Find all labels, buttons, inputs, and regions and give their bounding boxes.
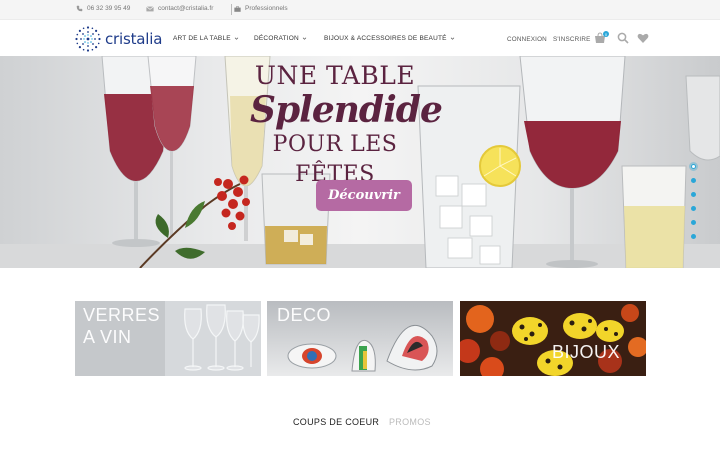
chevron-down-icon [234,37,239,40]
cart-count-badge: 0 [603,31,609,37]
category-label: VERRES A VIN [83,304,160,348]
hero-headline: UNE TABLE Splendide POUR LES FÊTES [250,61,443,190]
briefcase-icon [234,5,241,12]
category-tile-deco[interactable]: DECO [267,301,453,376]
chevron-down-icon [450,37,454,40]
phone-contact[interactable]: 06 32 39 95 49 [76,5,130,12]
phone-number: 06 32 39 95 49 [87,5,131,12]
nav-art-de-la-table[interactable]: ART DE LA TABLE [173,35,239,42]
slider-dot[interactable] [691,220,696,225]
professionals-label: Professionnels [245,5,288,12]
category-tile-verres-a-vin[interactable]: VERRES A VIN [75,301,261,376]
login-link[interactable]: CONNEXION [507,36,547,43]
category-label: DECO [277,305,332,325]
topbar-divider [231,4,232,15]
logo-text: cristalia [105,30,163,48]
professionals-link[interactable]: Professionnels [234,5,288,12]
slider-dot[interactable] [691,178,696,183]
category-label-line-1: VERRES [83,305,161,325]
hero-line-2: Splendide [250,89,443,131]
slider-dot[interactable] [691,164,696,169]
main-header: cristalia ART DE LA TABLE DÉCORATION BIJ… [0,20,720,56]
search-icon[interactable] [617,32,629,44]
email-address: contact@cristalia.fr [158,5,214,12]
nav-bijoux-accessoires[interactable]: BIJOUX & ACCESSOIRES DE BEAUTÉ [324,35,455,42]
category-label-line-2: A VIN [83,327,132,347]
mail-icon [146,5,154,11]
hero-banner: UNE TABLE Splendide POUR LES FÊTES Décou… [0,56,720,268]
beads-image [460,301,646,376]
heart-icon[interactable] [637,32,649,44]
nav-label: BIJOUX & ACCESSOIRES DE BEAUTÉ [324,35,447,42]
category-label: BIJOUX [552,342,621,362]
nav-label: ART DE LA TABLE [173,35,231,42]
slider-dot[interactable] [691,192,696,197]
nav-decoration[interactable]: DÉCORATION [254,35,307,42]
discover-button[interactable]: Découvrir [316,180,412,211]
slider-dot[interactable] [691,206,696,211]
tab-coups-de-coeur[interactable]: COUPS DE COEUR [293,417,379,427]
hero-line-1: UNE TABLE [254,61,416,90]
category-tile-bijoux[interactable]: BIJOUX [460,301,646,376]
logo[interactable]: cristalia [74,25,162,53]
register-link[interactable]: S'INSCRIRE [553,36,591,43]
chevron-down-icon [302,37,307,40]
logo-mark-icon [75,26,101,52]
email-contact[interactable]: contact@cristalia.fr [146,5,213,12]
tab-promos[interactable]: PROMOS [389,417,431,427]
top-bar: 06 32 39 95 49 contact@cristalia.fr Prof… [0,0,720,20]
phone-icon [76,5,83,12]
slider-dot[interactable] [691,234,696,239]
nav-label: DÉCORATION [254,35,299,42]
